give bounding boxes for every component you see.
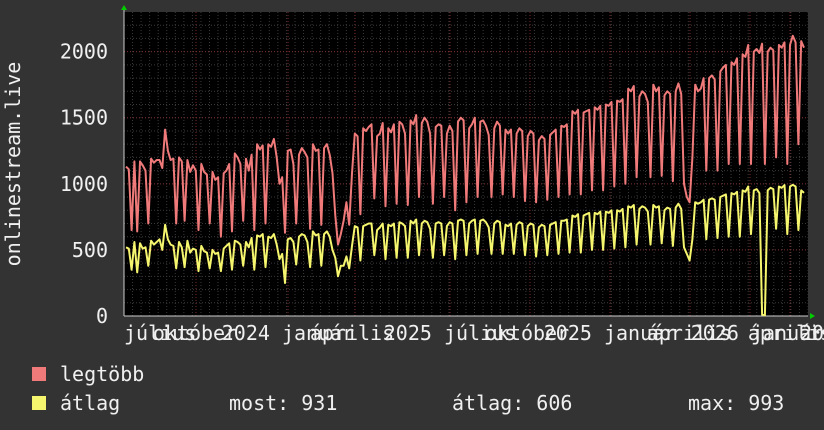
- chart-root: 0 500 1000 1500 2000 július október 2024 január…: [0, 0, 824, 430]
- legend-label-max: legtöbb: [60, 362, 145, 386]
- stat-max: max: 993: [688, 391, 785, 415]
- y-tick-label: 0: [96, 304, 108, 328]
- legend-swatch-avg: [32, 396, 46, 410]
- stat-average: átlag: 606: [452, 391, 573, 415]
- y-axis-arrow: [121, 5, 127, 10]
- stat-current: most: 931: [229, 391, 338, 415]
- legend-label-avg: átlag: [60, 391, 121, 415]
- y-tick-label: 1500: [60, 106, 108, 130]
- y-tick-label: 1000: [60, 172, 108, 196]
- legend-swatch-max: [32, 367, 46, 381]
- y-axis-label: onlinestream.live: [1, 62, 25, 267]
- x-axis-arrow: [810, 313, 815, 319]
- x-tick-label: 20: [800, 321, 824, 345]
- y-tick-label: 2000: [60, 40, 108, 64]
- legend-row-avg: átlag most: 931 átlag: 606 max: 993: [32, 391, 822, 415]
- x-tick-label: április: [310, 321, 394, 345]
- y-tick-label: 500: [72, 238, 108, 262]
